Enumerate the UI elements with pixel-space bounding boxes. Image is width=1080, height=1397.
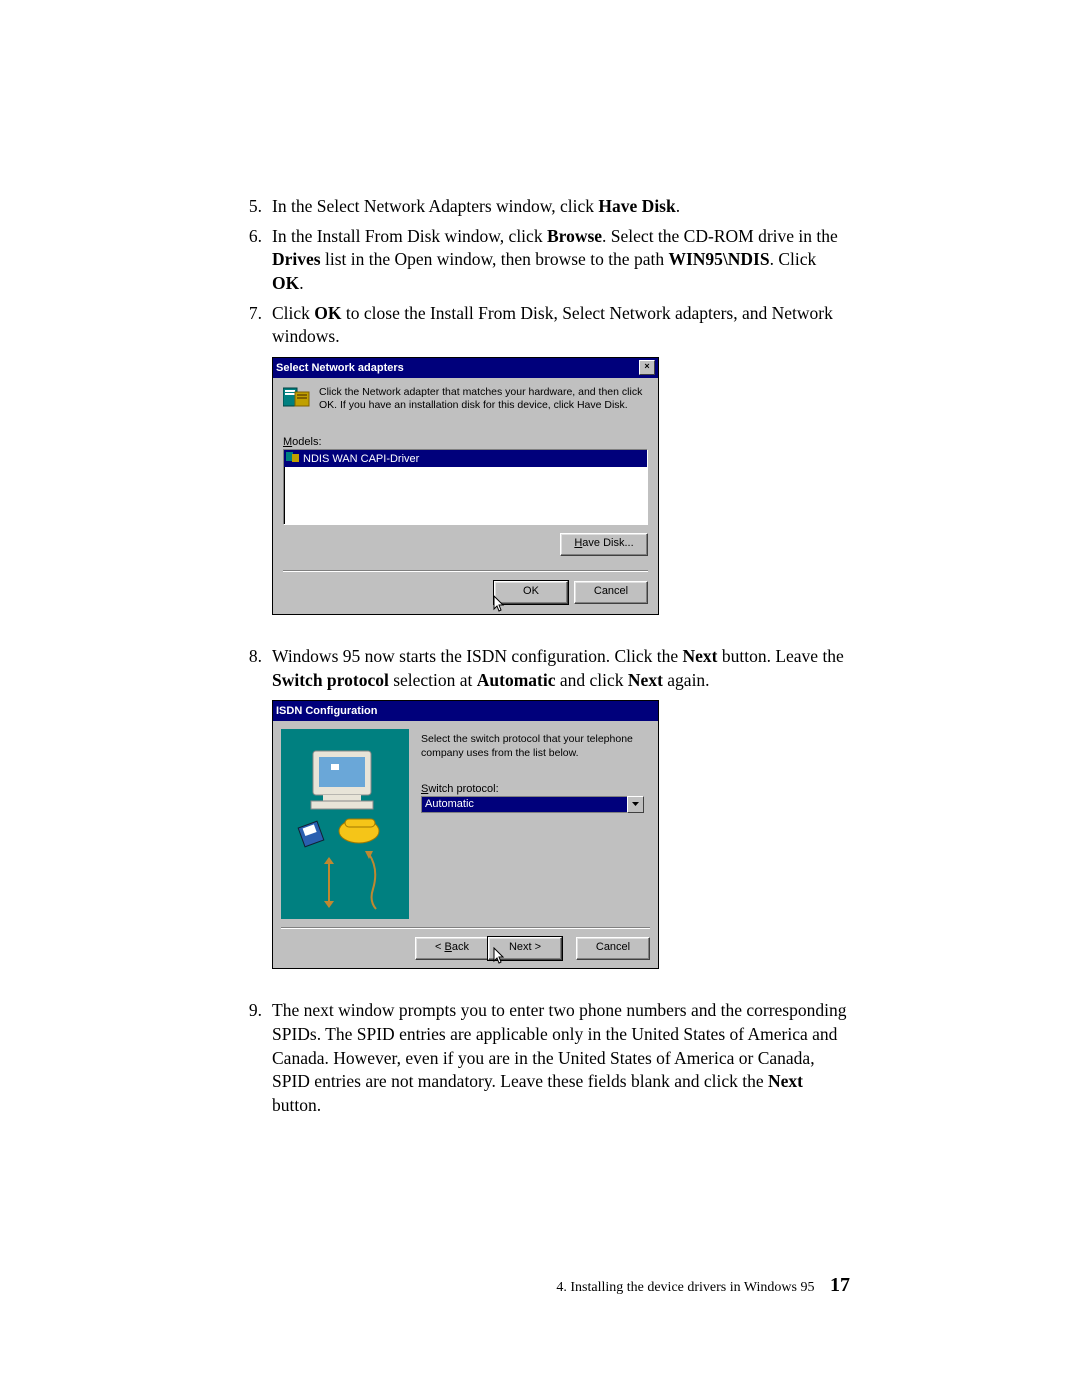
cursor-icon: [493, 595, 507, 613]
step-number: 7.: [230, 302, 272, 349]
step-5: 5. In the Select Network Adapters window…: [230, 195, 850, 219]
step-7: 7. Click OK to close the Install From Di…: [230, 302, 850, 349]
window-title: Select Network adapters: [276, 362, 404, 374]
switch-protocol-dropdown[interactable]: Automatic: [421, 796, 644, 813]
wizard-graphic: [281, 729, 409, 919]
switch-protocol-label: Switch protocol:: [421, 783, 644, 795]
footer-section: 4. Installing the device drivers in Wind…: [556, 1280, 814, 1295]
dropdown-value: Automatic: [421, 796, 627, 813]
step-8: 8. Windows 95 now starts the ISDN config…: [230, 645, 850, 692]
have-disk-button[interactable]: Have Disk...: [560, 533, 648, 556]
step-text: Windows 95 now starts the ISDN configura…: [272, 645, 850, 692]
step-text: Click OK to close the Install From Disk,…: [272, 302, 850, 349]
dialog-instruction: Click the Network adapter that matches y…: [319, 386, 648, 412]
screenshot-select-network-adapters: Select Network adapters ×: [272, 357, 850, 615]
list-item: NDIS WAN CAPI-Driver: [303, 453, 419, 465]
window-title: ISDN Configuration: [276, 705, 377, 717]
page-number: 17: [830, 1274, 850, 1296]
title-bar[interactable]: Select Network adapters ×: [273, 358, 658, 378]
title-bar[interactable]: ISDN Configuration: [273, 701, 658, 721]
step-text: In the Install From Disk window, click B…: [272, 225, 850, 296]
back-button[interactable]: < Back: [415, 937, 489, 960]
step-text: The next window prompts you to enter two…: [272, 999, 850, 1117]
models-label: Models:: [283, 436, 648, 448]
adapter-icon: [283, 386, 311, 410]
cancel-button[interactable]: Cancel: [574, 581, 648, 604]
page-footer: 4. Installing the device drivers in Wind…: [556, 1274, 850, 1297]
step-text: In the Select Network Adapters window, c…: [272, 195, 850, 219]
step-6: 6. In the Install From Disk window, clic…: [230, 225, 850, 296]
step-number: 9.: [230, 999, 272, 1117]
close-icon[interactable]: ×: [639, 360, 655, 375]
step-number: 8.: [230, 645, 272, 692]
cursor-icon: [493, 947, 507, 965]
chevron-down-icon[interactable]: [627, 796, 644, 813]
dialog-instruction: Select the switch protocol that your tel…: [421, 733, 644, 760]
screenshot-isdn-configuration: ISDN Configuration: [272, 700, 850, 969]
step-9: 9. The next window prompts you to enter …: [230, 999, 850, 1117]
step-number: 6.: [230, 225, 272, 296]
adapter-small-icon: [286, 451, 300, 466]
cancel-button[interactable]: Cancel: [576, 937, 650, 960]
step-number: 5.: [230, 195, 272, 219]
models-listbox[interactable]: NDIS WAN CAPI-Driver: [283, 449, 648, 525]
